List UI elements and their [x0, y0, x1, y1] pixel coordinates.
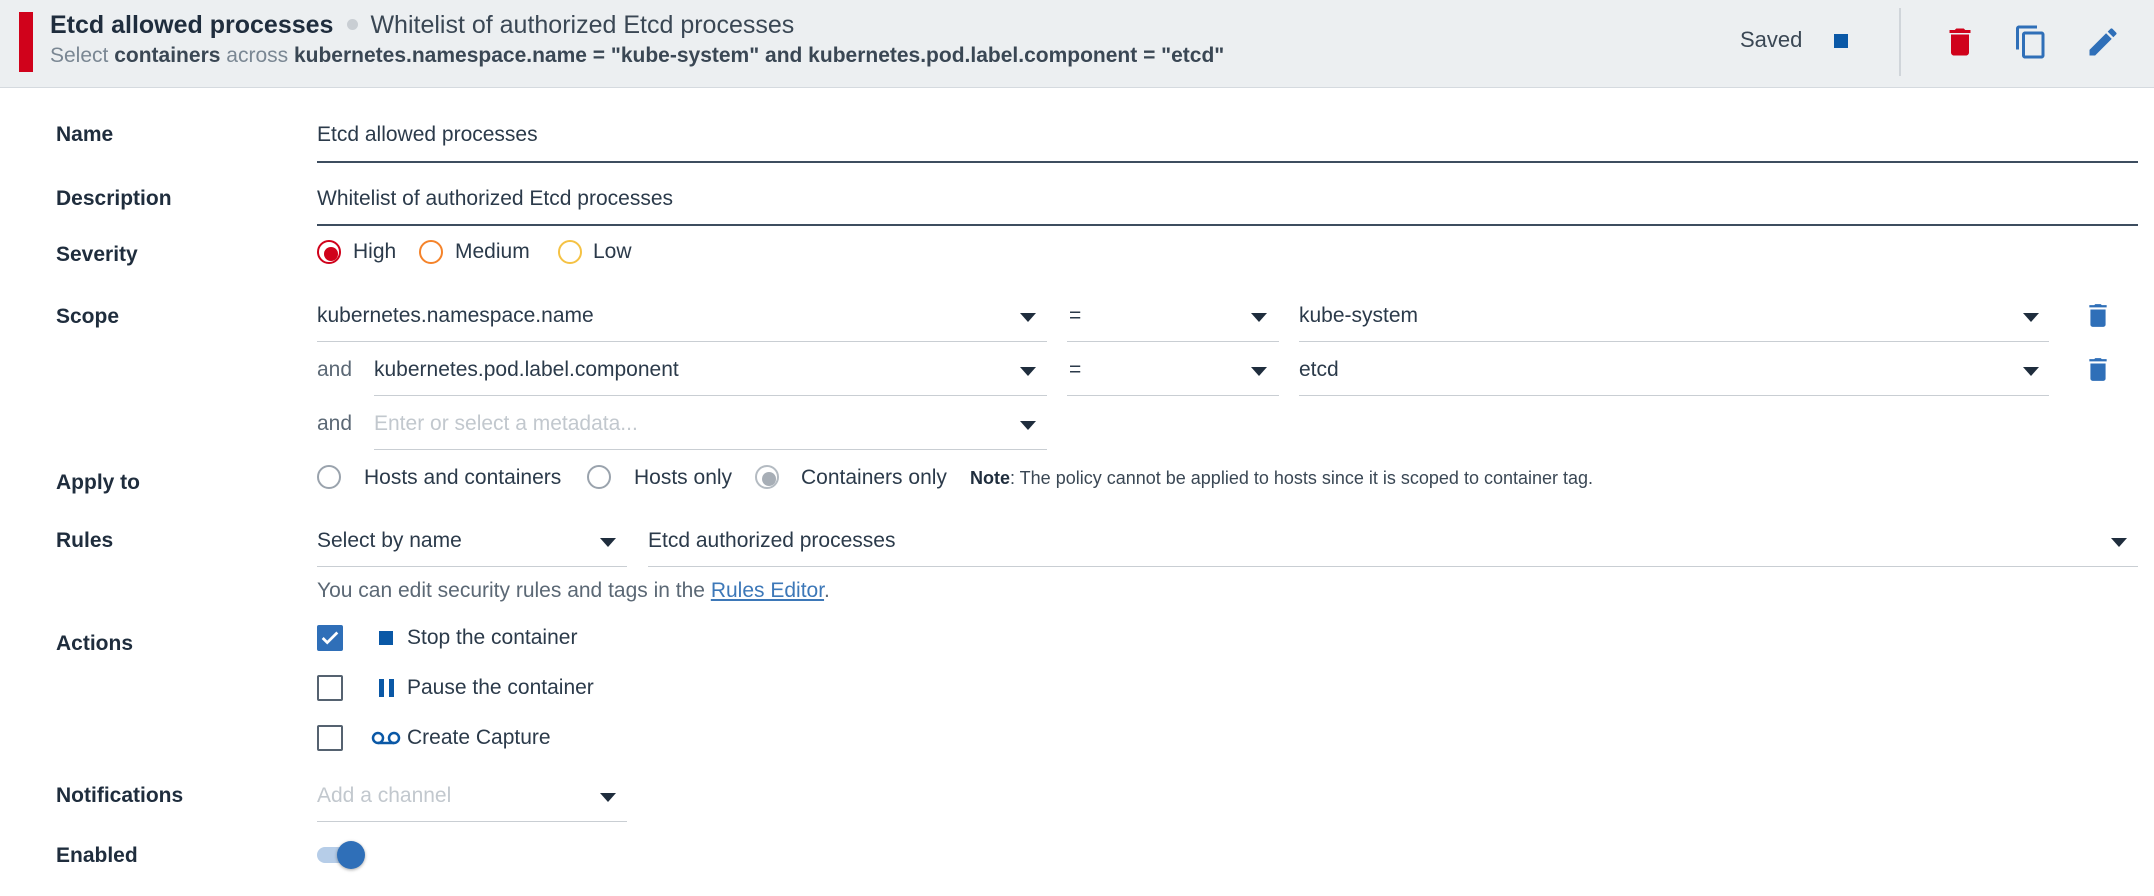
chevron-down-icon[interactable] [1020, 367, 1036, 376]
description-input-underline [317, 224, 2138, 226]
chevron-down-icon[interactable] [600, 793, 616, 802]
notification-channel-select[interactable]: Add a channel [317, 784, 451, 808]
toggle-thumb [337, 841, 365, 869]
select-underline [374, 449, 1047, 450]
trash-icon [1949, 28, 1971, 56]
chevron-down-icon[interactable] [2111, 538, 2127, 547]
apply-to-note: Note: The policy cannot be applied to ho… [970, 468, 1594, 488]
scope-and-label: and [317, 412, 353, 435]
select-underline [1067, 395, 1279, 396]
rules-editor-link[interactable]: Rules Editor [711, 579, 824, 602]
pause-icon [379, 679, 395, 697]
name-input[interactable]: Etcd allowed processes [317, 123, 538, 147]
create-capture-checkbox[interactable] [317, 725, 343, 751]
chevron-down-icon[interactable] [2023, 367, 2039, 376]
apply-to-label: Apply to [56, 471, 140, 494]
chevron-down-icon[interactable] [2023, 313, 2039, 322]
select-underline [317, 566, 627, 567]
description-label: Description [56, 187, 172, 210]
policy-description-title: Whitelist of authorized Etcd processes [370, 11, 795, 39]
chevron-down-icon[interactable] [600, 538, 616, 547]
policy-header: Etcd allowed processes Whitelist of autho… [0, 0, 2154, 88]
select-underline [1299, 395, 2049, 396]
select-underline [1299, 341, 2049, 342]
radio-hosts-only[interactable] [587, 465, 611, 489]
rules-value-select[interactable]: Etcd authorized processes [648, 529, 895, 553]
select-underline [1067, 341, 1279, 342]
policy-name-title: Etcd allowed processes [50, 11, 334, 39]
pencil-icon [2089, 28, 2117, 56]
scope-key-select-1[interactable]: kubernetes.namespace.name [317, 304, 594, 328]
radio-low[interactable] [558, 240, 582, 264]
duplicate-policy-button[interactable] [2013, 24, 2049, 60]
scope-label: Scope [56, 305, 120, 328]
name-input-underline [317, 161, 2138, 163]
name-label: Name [56, 123, 114, 146]
edit-policy-button[interactable] [2085, 24, 2121, 60]
delete-scope-row-2-button[interactable] [2085, 355, 2111, 385]
select-underline [317, 341, 1047, 342]
stop-container-checkbox[interactable] [317, 625, 343, 651]
checkmark-icon [321, 631, 339, 645]
rules-label: Rules [56, 529, 114, 552]
select-underline [648, 566, 2138, 567]
chevron-down-icon[interactable] [1020, 313, 1036, 322]
scope-summary: Select containers across kubernetes.name… [50, 44, 1225, 67]
radio-medium[interactable] [419, 240, 443, 264]
radio-high[interactable] [317, 240, 341, 264]
scope-value-select-1[interactable]: kube-system [1299, 304, 1418, 328]
chevron-down-icon[interactable] [1020, 421, 1036, 430]
chevron-down-icon[interactable] [1251, 367, 1267, 376]
pause-container-checkbox[interactable] [317, 675, 343, 701]
scope-operator-select-1[interactable]: = [1069, 304, 1081, 328]
rules-help-text: You can edit security rules and tags in … [317, 579, 830, 602]
trash-icon [2089, 304, 2107, 327]
scope-key-select-2[interactable]: kubernetes.pod.label.component [374, 358, 679, 382]
scope-operator-select-2[interactable]: = [1069, 358, 1081, 382]
radio-containers-only[interactable] [755, 465, 779, 489]
scope-key-input-new[interactable]: Enter or select a metadata... [374, 412, 638, 436]
trash-icon [2089, 358, 2107, 381]
select-underline [317, 821, 627, 822]
header-title: Etcd allowed processes Whitelist of autho… [50, 11, 794, 40]
scope-value-select-2[interactable]: etcd [1299, 358, 1339, 382]
notifications-label: Notifications [56, 784, 184, 807]
copy-icon [2016, 25, 2045, 59]
scope-and-label: and [317, 358, 353, 381]
radio-hosts-and-containers[interactable] [317, 465, 341, 489]
capture-icon [371, 731, 401, 745]
delete-policy-button[interactable] [1942, 24, 1978, 60]
enabled-toggle[interactable] [317, 841, 367, 869]
chevron-down-icon[interactable] [1251, 313, 1267, 322]
actions-label: Actions [56, 632, 134, 655]
description-input[interactable]: Whitelist of authorized Etcd processes [317, 187, 673, 211]
stop-icon [379, 631, 393, 645]
severity-indicator [19, 12, 33, 72]
enabled-label: Enabled [56, 844, 138, 867]
rules-mode-select[interactable]: Select by name [317, 529, 462, 553]
header-divider [1899, 8, 1901, 76]
scope-expression: kubernetes.namespace.name = "kube-system… [293, 44, 1225, 67]
stop-icon [1834, 34, 1848, 48]
saved-status: Saved [1740, 27, 1803, 52]
delete-scope-row-1-button[interactable] [2085, 301, 2111, 331]
separator-dot [347, 18, 359, 30]
select-underline [374, 395, 1047, 396]
severity-label: Severity [56, 243, 138, 266]
